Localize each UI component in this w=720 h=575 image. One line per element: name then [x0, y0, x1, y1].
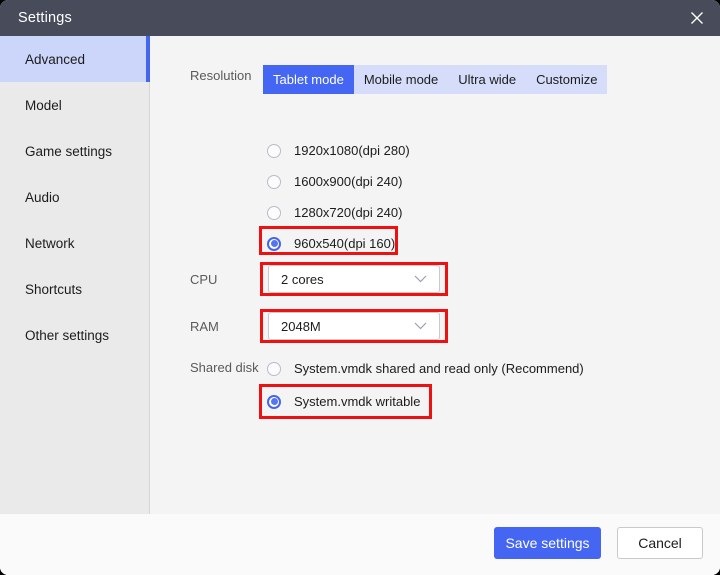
- cpu-select-value: 2 cores: [281, 271, 324, 287]
- sidebar-item-label: Network: [25, 235, 75, 251]
- ram-select-value: 2048M: [281, 318, 321, 334]
- shared-disk-option-label: System.vmdk writable: [294, 394, 421, 409]
- resolution-mode-tabs: Tablet mode Mobile mode Ultra wide Custo…: [263, 65, 608, 94]
- sidebar-item-label: Model: [25, 97, 62, 113]
- sidebar: Advanced Model Game settings Audio Netwo…: [0, 36, 150, 514]
- radio-icon: [267, 236, 281, 251]
- radio-icon: [267, 174, 281, 189]
- sidebar-item-label: Audio: [25, 189, 60, 205]
- resolution-option-960x540[interactable]: 960x540(dpi 160): [267, 236, 395, 251]
- cancel-label: Cancel: [638, 535, 682, 551]
- titlebar: Settings: [0, 0, 720, 36]
- shared-disk-option-writable[interactable]: System.vmdk writable: [267, 394, 420, 409]
- chevron-down-icon: [414, 322, 427, 330]
- cancel-button[interactable]: Cancel: [617, 527, 703, 559]
- sidebar-item-label: Other settings: [25, 327, 110, 343]
- resolution-option-label: 1920x1080(dpi 280): [294, 143, 410, 158]
- radio-icon: [267, 394, 281, 409]
- tab-customize[interactable]: Customize: [526, 65, 607, 94]
- resolution-option-1280x720[interactable]: 1280x720(dpi 240): [267, 205, 402, 220]
- tab-label: Tablet mode: [273, 72, 344, 87]
- ram-select[interactable]: 2048M: [268, 312, 440, 340]
- sidebar-item-game-settings[interactable]: Game settings: [0, 128, 150, 174]
- resolution-label: Resolution: [190, 68, 252, 83]
- sidebar-item-network[interactable]: Network: [0, 220, 150, 266]
- sidebar-item-label: Shortcuts: [25, 281, 83, 297]
- footer: Save settings Cancel: [0, 514, 720, 575]
- tab-mobile-mode[interactable]: Mobile mode: [354, 65, 448, 94]
- sidebar-item-label: Game settings: [25, 143, 113, 159]
- close-icon: [691, 12, 703, 24]
- shared-disk-option-label: System.vmdk shared and read only (Recomm…: [294, 361, 584, 376]
- chevron-down-icon: [414, 275, 427, 283]
- tab-label: Customize: [536, 72, 598, 87]
- shared-disk-label: Shared disk: [190, 360, 259, 375]
- cpu-label: CPU: [190, 272, 218, 287]
- close-button[interactable]: [674, 0, 720, 36]
- resolution-option-label: 1280x720(dpi 240): [294, 205, 403, 220]
- resolution-option-1600x900[interactable]: 1600x900(dpi 240): [267, 174, 402, 189]
- sidebar-item-advanced[interactable]: Advanced: [0, 36, 150, 82]
- ram-label: RAM: [190, 319, 219, 334]
- sidebar-item-other-settings[interactable]: Other settings: [0, 312, 150, 358]
- resolution-option-label: 1600x900(dpi 240): [294, 174, 403, 189]
- window-title: Settings: [18, 10, 72, 26]
- cpu-select[interactable]: 2 cores: [268, 265, 440, 293]
- tab-tablet-mode[interactable]: Tablet mode: [263, 65, 354, 94]
- radio-icon: [267, 361, 281, 376]
- sidebar-item-label: Advanced: [25, 51, 86, 67]
- radio-icon: [267, 205, 281, 220]
- radio-icon: [267, 143, 281, 158]
- settings-content: Resolution Tablet mode Mobile mode Ultra…: [150, 36, 720, 514]
- tab-label: Ultra wide: [458, 72, 517, 87]
- save-settings-button[interactable]: Save settings: [494, 527, 601, 559]
- tab-label: Mobile mode: [363, 72, 439, 87]
- sidebar-item-shortcuts[interactable]: Shortcuts: [0, 266, 150, 312]
- sidebar-item-model[interactable]: Model: [0, 82, 150, 128]
- settings-body: Advanced Model Game settings Audio Netwo…: [0, 36, 720, 514]
- save-settings-label: Save settings: [505, 535, 590, 551]
- sidebar-item-audio[interactable]: Audio: [0, 174, 150, 220]
- resolution-option-1920x1080[interactable]: 1920x1080(dpi 280): [267, 143, 410, 158]
- resolution-option-label: 960x540(dpi 160): [294, 236, 396, 251]
- settings-window: Settings Advanced Model Game settings Au…: [0, 0, 720, 575]
- tab-ultra-wide[interactable]: Ultra wide: [448, 65, 526, 94]
- shared-disk-option-readonly[interactable]: System.vmdk shared and read only (Recomm…: [267, 361, 584, 376]
